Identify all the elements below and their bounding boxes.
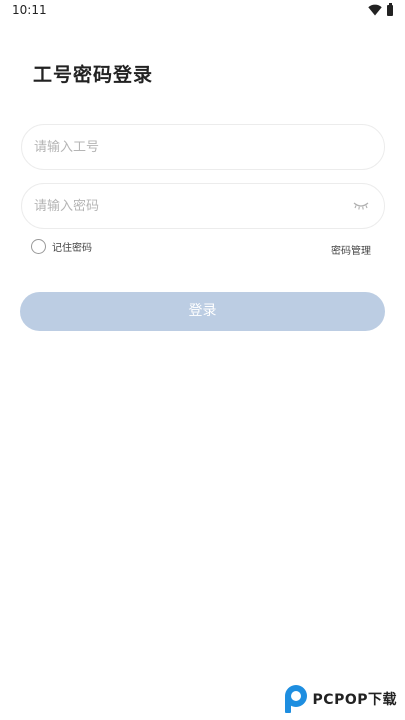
- password-manage-link[interactable]: 密码管理: [331, 242, 371, 257]
- employee-id-field[interactable]: [21, 124, 385, 170]
- battery-icon: [387, 2, 393, 16]
- login-screen: 10:11 工号密码登录 记住密码 密码管理 登录: [0, 0, 405, 720]
- wifi-icon: [368, 4, 382, 16]
- status-time: 10:11: [12, 3, 47, 17]
- password-input[interactable]: [34, 184, 344, 228]
- login-button[interactable]: 登录: [20, 292, 385, 331]
- watermark-text: PCPOP下载: [312, 692, 397, 708]
- employee-id-input[interactable]: [34, 125, 344, 169]
- status-bar: 10:11: [0, 0, 405, 24]
- remember-password-label: 记住密码: [52, 243, 92, 254]
- page-title: 工号密码登录: [33, 64, 154, 86]
- eye-closed-icon[interactable]: [352, 200, 370, 212]
- remember-password-option[interactable]: 记住密码: [31, 239, 92, 254]
- pcpop-logo-icon: [284, 685, 307, 713]
- status-icons: [368, 2, 393, 16]
- password-field[interactable]: [21, 183, 385, 229]
- remember-radio[interactable]: [31, 239, 46, 254]
- watermark: PCPOP下载: [282, 684, 397, 714]
